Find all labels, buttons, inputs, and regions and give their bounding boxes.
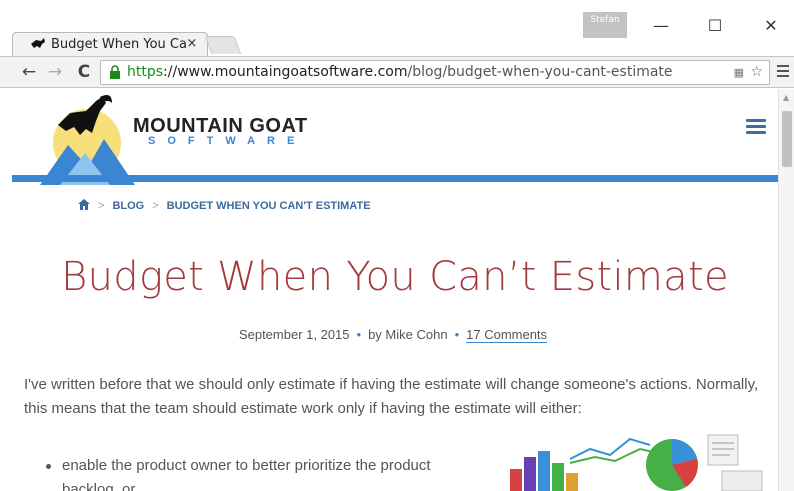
- profile-button[interactable]: Stefan: [583, 12, 627, 38]
- breadcrumb-separator: >: [152, 200, 159, 212]
- bookmark-star-icon[interactable]: ☆: [750, 64, 763, 80]
- tab-close-icon[interactable]: ×: [185, 36, 199, 51]
- mountain-goat-logo-icon[interactable]: [40, 93, 135, 185]
- lock-icon: [110, 65, 120, 79]
- web-page: MOUNTAIN GOAT SOFTWARE > BLOG > BUDGET WHEN…: [0, 89, 778, 491]
- url-path: /blog/budget-when-you-cant-estimate: [407, 64, 673, 80]
- url-host: ://www.mountaingoatsoftware.com: [163, 64, 408, 80]
- article-title: Budget When You Can’t Estimate: [61, 254, 729, 300]
- breadcrumb: > BLOG > BUDGET WHEN YOU CAN'T ESTIMATE: [78, 199, 371, 212]
- header-divider: [12, 175, 778, 182]
- translate-icon[interactable]: ▦: [734, 66, 744, 79]
- browser-toolbar: ← → C https://www.mountaingoatsoftware.c…: [0, 56, 794, 88]
- url-text: https://www.mountaingoatsoftware.com/blo…: [127, 64, 673, 80]
- new-tab-button[interactable]: [204, 36, 242, 54]
- scroll-up-icon[interactable]: ▲: [783, 93, 789, 102]
- goat-favicon-icon: [31, 38, 45, 48]
- article-date: September 1, 2015: [238, 327, 350, 342]
- charts-illustration-icon: [510, 434, 763, 491]
- address-bar[interactable]: https://www.mountaingoatsoftware.com/blo…: [100, 60, 770, 85]
- forward-button[interactable]: →: [44, 61, 66, 83]
- page-scrollbar[interactable]: ▲: [778, 89, 794, 491]
- browser-tab[interactable]: Budget When You Ca ×: [12, 32, 208, 56]
- tab-title: Budget When You Ca: [51, 37, 187, 52]
- hamburger-menu-icon[interactable]: [746, 119, 766, 135]
- back-button[interactable]: ←: [18, 61, 40, 83]
- scrollbar-thumb[interactable]: [782, 111, 792, 167]
- comments-link[interactable]: 17 Comments: [466, 327, 548, 343]
- breadcrumb-separator: >: [98, 200, 105, 212]
- list-item: enable the product owner to better prior…: [44, 454, 474, 491]
- url-scheme: https: [127, 64, 164, 80]
- logo-subtitle[interactable]: SOFTWARE: [148, 135, 306, 147]
- breadcrumb-item-blog[interactable]: BLOG: [112, 200, 144, 212]
- browser-window: Budget When You Ca × Stefan — ☐ ✕ ← → C …: [0, 0, 794, 491]
- maximize-button[interactable]: ☐: [699, 14, 731, 38]
- article-paragraph: I've written before that we should only …: [24, 376, 759, 417]
- article-meta: September 1, 2015 • by Mike Cohn • 17 Commen…: [238, 327, 548, 343]
- chrome-menu-icon[interactable]: [776, 62, 790, 80]
- minimize-button[interactable]: —: [645, 14, 677, 38]
- breadcrumb-item-current[interactable]: BUDGET WHEN YOU CAN'T ESTIMATE: [167, 200, 371, 212]
- reload-button[interactable]: C: [73, 61, 95, 83]
- close-window-button[interactable]: ✕: [755, 14, 787, 38]
- home-icon[interactable]: [78, 199, 90, 210]
- article-author[interactable]: by Mike Cohn: [368, 327, 447, 342]
- article-bullet-list: enable the product owner to better prior…: [44, 454, 474, 491]
- title-bar: Budget When You Ca × Stefan — ☐ ✕: [0, 0, 794, 56]
